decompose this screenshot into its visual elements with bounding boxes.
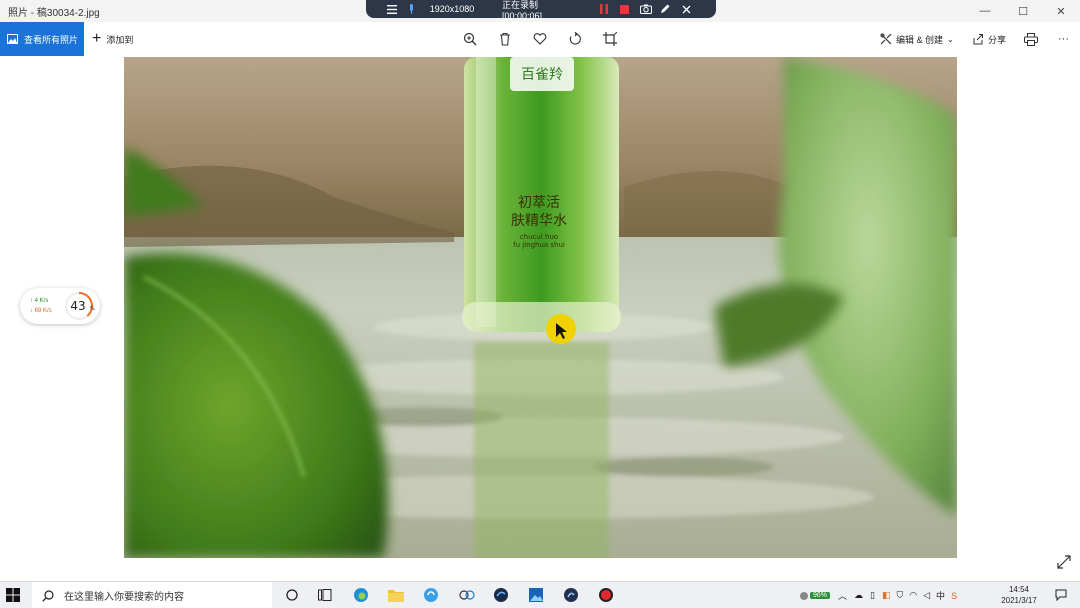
screen-recorder-icon[interactable] [597,586,615,604]
usage-percent: 43 [70,299,85,313]
download-speed: ↓ 69 K/s [30,308,52,314]
edge-browser-icon[interactable] [352,586,370,604]
recording-status: 正在录制 [00:00:06] [502,0,543,21]
app-dark-icon[interactable] [492,586,510,604]
add-to-button[interactable]: + 添加到 [92,22,133,56]
print-icon[interactable] [1022,30,1040,48]
pause-icon[interactable] [598,3,610,15]
camera-icon[interactable] [639,3,653,15]
displayed-photo[interactable]: 百雀羚 初萃活 肤精华水 chucui huo fu jinghua shui [124,57,957,558]
taskbar-clock[interactable]: 14:54 2021/3/17 [990,584,1048,606]
rotate-icon[interactable] [566,30,584,48]
share-icon [973,34,983,45]
notification-icon[interactable] [1052,586,1070,604]
clock-date: 2021/3/17 [1001,596,1037,605]
file-explorer-icon[interactable] [387,586,405,604]
view-all-photos-label: 查看所有照片 [24,34,79,45]
bottle-line1-text: 初萃活 [518,194,560,211]
onedrive-icon[interactable]: ☁ [854,590,863,601]
taskbar-search-box[interactable]: 在这里输入你要搜索的内容 [32,582,272,608]
bottle-brand-text: 百雀羚 [521,67,563,83]
chevron-down-icon: ⌄ [947,34,954,44]
edit-create-label: 编辑 & 创建 [896,34,944,45]
window-title: 照片 - 稿30034-2.jpg [8,8,100,19]
command-bar: 查看所有照片 + 添加到 编辑 & 创建 ⌄ 分享 ··· [0,22,1080,56]
app-tray-icon[interactable] [800,591,808,600]
edit-create-icon [880,33,892,45]
bottle-line2-text: 肤精华水 [511,213,567,229]
usage-percent-unit: % [90,306,95,312]
network-speed-widget[interactable]: ↑ 4 K/s ↓ 69 K/s 43 % [20,288,100,324]
edit-create-button[interactable]: 编辑 & 创建 ⌄ [880,22,954,56]
recording-bar: 1920x1080 正在录制 [00:00:06] [366,0,716,21]
windows-start-icon[interactable] [6,588,22,604]
sogou-icon[interactable]: S [951,591,957,601]
delete-icon[interactable] [496,30,514,48]
app-blue-icon[interactable] [562,586,580,604]
clock-time: 14:54 [1008,585,1030,594]
resolution-label: 1920x1080 [429,4,475,14]
phone-icon[interactable]: ▯ [870,590,875,601]
system-tray: 96% ︿ ☁ ▯ ◧ ⛉ ◠ ◁ 中 S [800,582,957,608]
input-method-indicator[interactable]: 中 [936,589,945,602]
volume-icon[interactable]: ◁ [923,590,930,601]
chevron-up-icon[interactable]: ︿ [838,589,847,602]
stop-icon[interactable] [618,3,630,15]
zoom-in-icon[interactable] [461,30,479,48]
wifi-icon[interactable]: ◠ [909,590,917,601]
app-orange-icon[interactable]: ◧ [882,590,891,601]
minimize-button[interactable]: — [966,0,1004,22]
microphone-icon[interactable] [406,3,416,15]
photos-app-icon[interactable] [527,586,545,604]
search-placeholder: 在这里输入你要搜索的内容 [64,592,184,603]
security-icon[interactable]: ⛉ [897,590,904,601]
more-options-button[interactable]: ··· [1058,22,1069,56]
cloud-sync-icon[interactable] [458,586,476,604]
plus-icon: + [92,30,102,47]
bottle-pinyin2-text: fu jinghua shui [513,241,565,249]
view-all-photos-button[interactable]: 查看所有照片 [0,22,84,56]
maximize-button[interactable]: ☐ [1004,0,1042,22]
usage-gauge: 43 % [62,290,95,320]
battery-indicator[interactable]: 96% [810,592,831,599]
share-label: 分享 [988,34,1007,45]
favorite-heart-icon[interactable] [531,30,549,48]
menu-icon[interactable] [386,3,398,15]
taskbar: 在这里输入你要搜索的内容 96% ︿ ☁ ▯ ◧ ⛉ ◠ ◁ 中 S 14:54… [0,581,1080,608]
cortana-icon[interactable] [283,586,301,604]
add-to-label: 添加到 [106,34,134,45]
window-controls: — ☐ ✕ [966,0,1080,22]
task-view-icon[interactable] [316,586,334,604]
photos-icon [7,34,18,44]
browser-blue-icon[interactable] [422,586,440,604]
search-icon [42,589,54,602]
pen-icon[interactable] [659,3,671,15]
crop-icon[interactable] [601,30,619,48]
upload-speed: ↑ 4 K/s [30,298,49,304]
close-button[interactable]: ✕ [1042,0,1080,22]
fullscreen-expand-icon[interactable] [1057,555,1073,571]
share-button[interactable]: 分享 [972,22,1006,56]
bottle-pinyin1-text: chucui huo [520,233,558,241]
close-recording-icon[interactable] [680,3,692,15]
